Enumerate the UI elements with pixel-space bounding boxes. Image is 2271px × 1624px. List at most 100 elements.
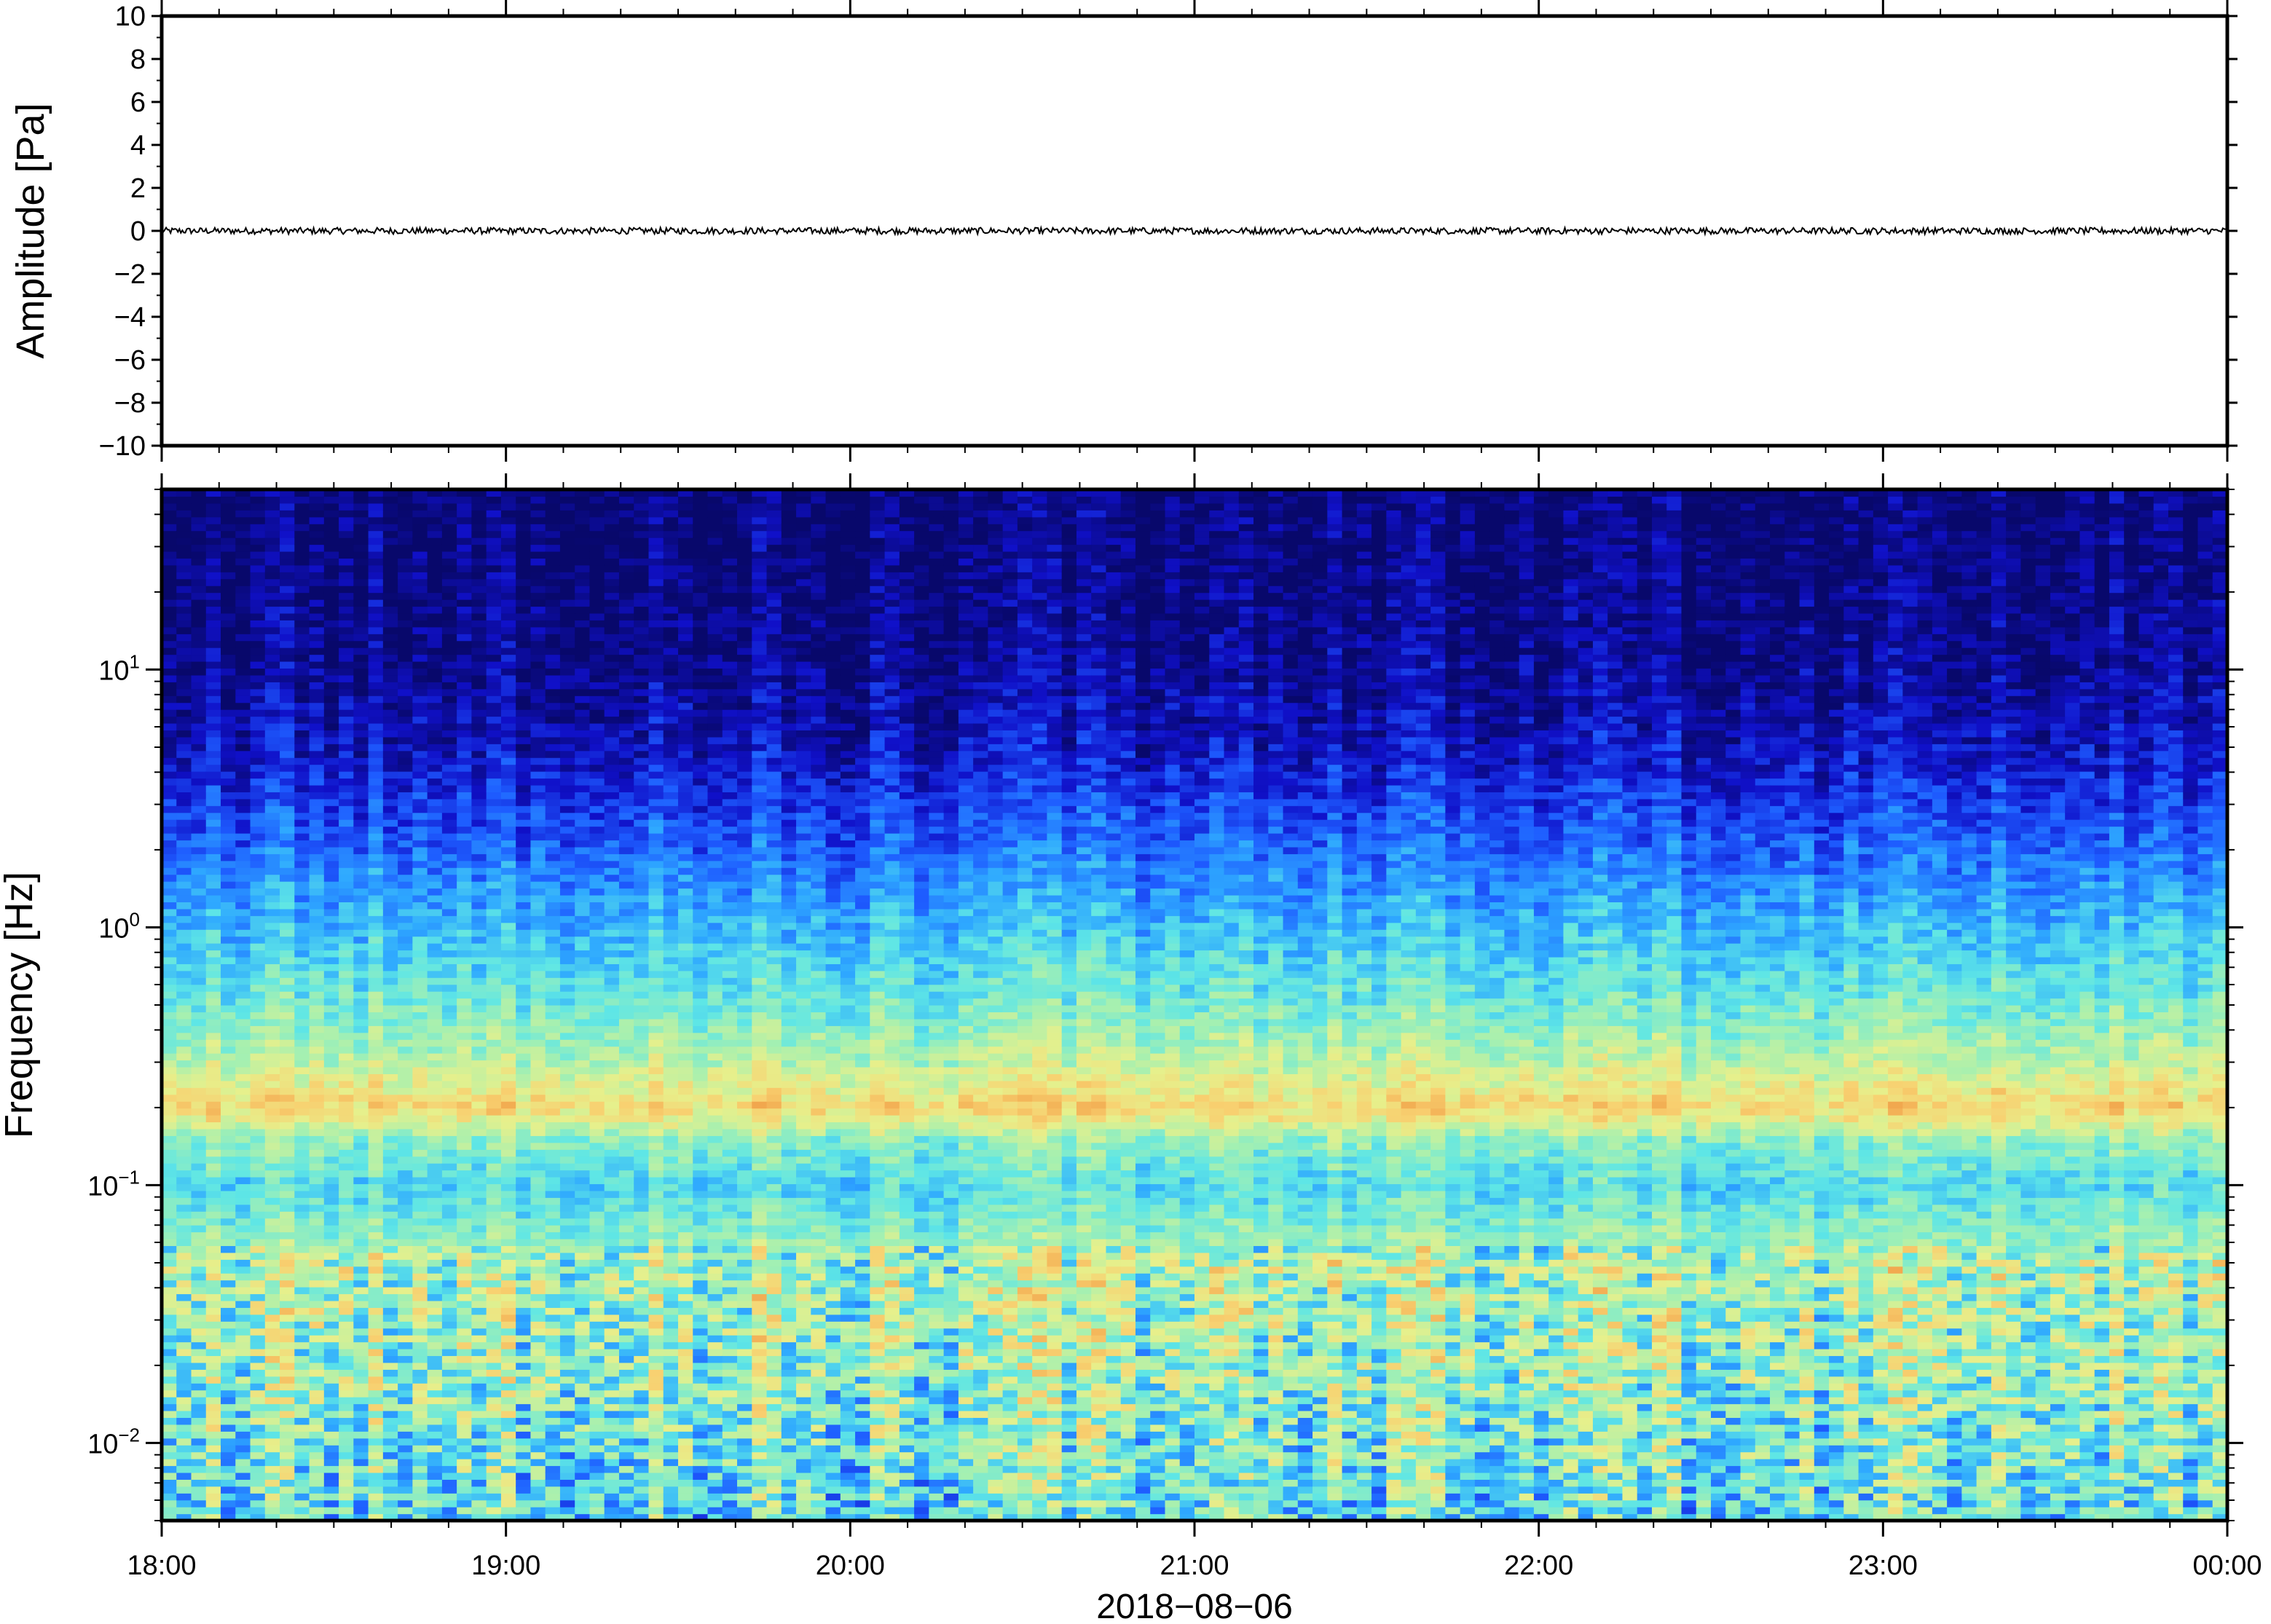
spectrogram-cell [516, 1087, 532, 1095]
spectrogram-cell [205, 578, 221, 586]
spectrogram-cell [221, 668, 236, 676]
spectrogram-cell [339, 1197, 354, 1205]
spectrogram-cell [162, 1259, 177, 1267]
spectrogram-cell [441, 1005, 457, 1013]
spectrogram-cell [280, 1252, 295, 1260]
spectrogram-cell [398, 1465, 413, 1473]
spectrogram-cell [235, 1170, 251, 1178]
spectrogram-cell [280, 599, 295, 607]
spectrogram-cell [516, 792, 532, 800]
spectrogram-cell [280, 764, 295, 772]
spectrogram-cell [264, 510, 280, 518]
spectrogram-cell [162, 1005, 177, 1013]
spectrogram-cell [176, 1472, 192, 1480]
spectrogram-cell [457, 661, 472, 669]
spectrogram-cell [575, 530, 591, 538]
spectrogram-cell [382, 544, 398, 552]
spectrogram-cell [176, 1287, 192, 1295]
spectrogram-cell [323, 606, 339, 614]
spectrogram-cell [294, 1493, 310, 1501]
spectrogram-cell [221, 606, 236, 614]
spectrogram-cell [221, 778, 236, 786]
spectrogram-cell [634, 1493, 650, 1501]
spectrogram-cell [634, 1335, 650, 1343]
spectrogram-cell [412, 956, 428, 964]
spectrogram-cell [618, 606, 634, 614]
spectrogram-cell [457, 640, 472, 648]
spectrogram-cell [353, 537, 369, 545]
spectrogram-cell [280, 1094, 295, 1102]
spectrogram-cell [412, 599, 428, 607]
spectrogram-cell [309, 867, 325, 875]
spectrogram-cell [589, 833, 605, 841]
spectrogram-cell [618, 894, 634, 902]
spectrogram-cell [412, 1431, 428, 1439]
spectrogram-cell [471, 1349, 487, 1357]
spectrogram-cell [530, 798, 546, 806]
spectrogram-cell [339, 620, 354, 628]
spectrogram-cell [589, 668, 605, 676]
spectrogram-cell [457, 819, 472, 827]
spectrogram-cell [486, 1025, 502, 1033]
spectrogram-cell [500, 1005, 516, 1013]
spectrogram-cell [368, 1245, 384, 1253]
spectrogram-cell [339, 1445, 354, 1453]
spectrogram-cell [221, 1128, 236, 1136]
spectrogram-cell [280, 564, 295, 572]
spectrogram-cell [398, 1445, 413, 1453]
spectrogram-cell [500, 524, 516, 532]
spectrogram-cell [559, 1245, 575, 1253]
spectrogram-cell [471, 1066, 487, 1074]
spectrogram-cell [323, 1445, 339, 1453]
spectrogram-cell [530, 833, 546, 841]
spectrogram-cell [205, 977, 221, 985]
spectrogram-cell [618, 812, 634, 820]
spectrogram-cell [176, 612, 192, 620]
spectrogram-cell [309, 1410, 325, 1418]
spectrogram-cell [486, 984, 502, 992]
spectrogram-cell [294, 1245, 310, 1253]
spectrogram-cell [589, 709, 605, 717]
spectrogram-cell [323, 970, 339, 978]
spectrogram-cell [205, 1066, 221, 1074]
spectrogram-cell [634, 1190, 650, 1198]
spectrogram-cell [412, 510, 428, 518]
spectrogram-cell [280, 626, 295, 634]
spectrogram-cell [559, 1307, 575, 1315]
spectrogram-cell [221, 950, 236, 958]
spectrogram-cell [235, 612, 251, 620]
spectrogram-cell [205, 1053, 221, 1061]
spectrogram-cell [575, 888, 591, 896]
spectrogram-cell [471, 826, 487, 834]
spectrogram-cell [250, 1080, 266, 1088]
spectrogram-cell [309, 578, 325, 586]
spectrogram-cell [235, 1177, 251, 1185]
spectrogram-cell [618, 956, 634, 964]
spectrogram-cell [162, 1362, 177, 1370]
spectrogram-cell [323, 612, 339, 620]
spectrogram-cell [309, 929, 325, 937]
spectrogram-cell [353, 922, 369, 930]
spectrogram-cell [559, 812, 575, 820]
spectrogram-cell [441, 854, 457, 862]
spectrogram-cell [545, 1335, 561, 1343]
spectrogram-cell [589, 674, 605, 682]
spectrogram-cell [559, 668, 575, 676]
spectrogram-cell [575, 592, 591, 600]
spectrogram-cell [235, 599, 251, 607]
spectrogram-cell [471, 1493, 487, 1501]
spectrogram-cell [309, 1238, 325, 1246]
spectrogram-cell [471, 984, 487, 992]
spectrogram-cell [280, 1135, 295, 1143]
spectrogram-cell [191, 1135, 207, 1143]
spectrogram-cell [294, 1459, 310, 1467]
spectrogram-cell [221, 1397, 236, 1405]
spectrogram-cell [176, 620, 192, 628]
spectrogram-cell [221, 1493, 236, 1501]
spectrogram-cell [500, 902, 516, 910]
spectrogram-cell [191, 496, 207, 504]
spectrogram-cell [176, 586, 192, 594]
spectrogram-cell [309, 709, 325, 717]
waveform-y-tick-label: −2 [114, 259, 146, 290]
spectrogram-cell [457, 846, 472, 854]
